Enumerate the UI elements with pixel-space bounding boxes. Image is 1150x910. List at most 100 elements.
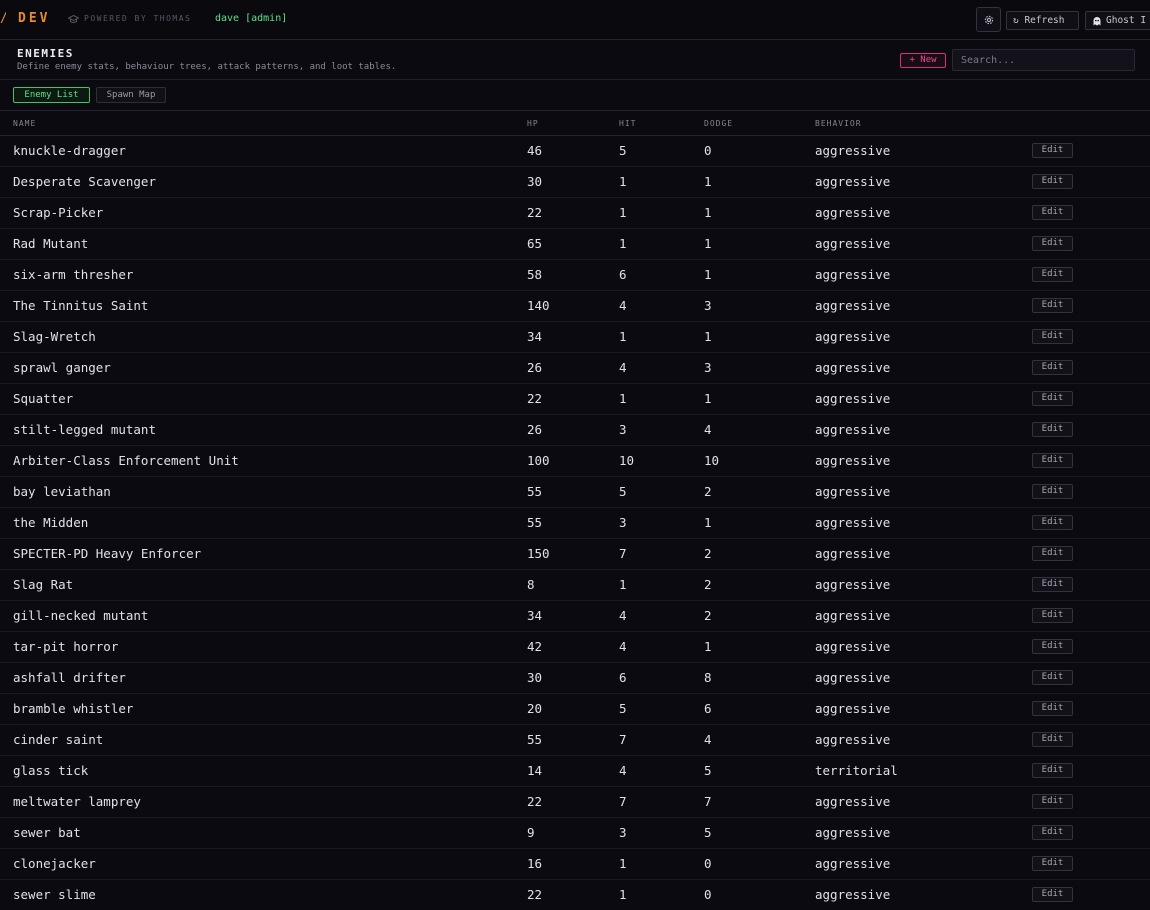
enemy-dodge: 1 [704,639,712,654]
enemy-dodge: 2 [704,546,712,561]
edit-button[interactable]: Edit [1032,236,1073,251]
table-row[interactable]: Slag Rat 8 1 2 aggressive Edit [0,570,1150,601]
table-row[interactable]: sewer slime 22 1 0 aggressive Edit [0,880,1150,910]
table-row[interactable]: bay leviathan 55 5 2 aggressive Edit [0,477,1150,508]
enemy-hit: 3 [619,825,627,840]
table-row[interactable]: six-arm thresher 58 6 1 aggressive Edit [0,260,1150,291]
table-row[interactable]: sprawl ganger 26 4 3 aggressive Edit [0,353,1150,384]
ghost-button[interactable]: Ghost I [1085,11,1150,30]
enemy-behavior: aggressive [815,298,891,313]
edit-button[interactable]: Edit [1032,360,1073,375]
edit-button[interactable]: Edit [1032,701,1073,716]
powered-by: POWERED BY THOMAS [68,13,191,25]
table-row[interactable]: stilt-legged mutant 26 3 4 aggressive Edit [0,415,1150,446]
table-row[interactable]: knuckle-dragger 46 5 0 aggressive Edit [0,136,1150,167]
enemy-hp: 100 [527,453,550,468]
refresh-button[interactable]: ↻ Refresh [1006,11,1079,30]
table-row[interactable]: glass tick 14 4 5 territorial Edit [0,756,1150,787]
enemy-hit: 3 [619,515,627,530]
enemy-hp: 30 [527,670,543,685]
table-row[interactable]: gill-necked mutant 34 4 2 aggressive Edit [0,601,1150,632]
enemy-hit: 3 [619,422,627,437]
settings-button[interactable] [976,7,1001,32]
table-row[interactable]: Squatter 22 1 1 aggressive Edit [0,384,1150,415]
column-header-behavior[interactable]: BEHAVIOR [815,119,862,129]
table-row[interactable]: ashfall drifter 30 6 8 aggressive Edit [0,663,1150,694]
table-row[interactable]: Desperate Scavenger 30 1 1 aggressive Edit [0,167,1150,198]
table-row[interactable]: cinder saint 55 7 4 aggressive Edit [0,725,1150,756]
enemy-name: Squatter [13,391,74,406]
table-row[interactable]: bramble whistler 20 5 6 aggressive Edit [0,694,1150,725]
edit-button[interactable]: Edit [1032,515,1073,530]
cap-icon [68,14,79,23]
edit-button[interactable]: Edit [1032,577,1073,592]
enemy-hp: 30 [527,174,543,189]
enemy-name: ashfall drifter [13,670,126,685]
table-row[interactable]: meltwater lamprey 22 7 7 aggressive Edit [0,787,1150,818]
edit-button[interactable]: Edit [1032,267,1073,282]
edit-button[interactable]: Edit [1032,143,1073,158]
table-row[interactable]: The Tinnitus Saint 140 4 3 aggressive Edit [0,291,1150,322]
enemy-hp: 58 [527,267,543,282]
enemy-name: six-arm thresher [13,267,134,282]
refresh-label: ↻ Refresh [1013,15,1065,26]
edit-button[interactable]: Edit [1032,329,1073,344]
enemy-name: knuckle-dragger [13,143,126,158]
edit-button[interactable]: Edit [1032,546,1073,561]
table-row[interactable]: clonejacker 16 1 0 aggressive Edit [0,849,1150,880]
edit-button[interactable]: Edit [1032,453,1073,468]
edit-button[interactable]: Edit [1032,422,1073,437]
edit-button[interactable]: Edit [1032,484,1073,499]
edit-button[interactable]: Edit [1032,298,1073,313]
column-header-hit[interactable]: HIT [619,119,636,129]
enemy-behavior: aggressive [815,577,891,592]
current-user[interactable]: dave [admin] [215,12,287,26]
column-header-hp[interactable]: HP [527,119,539,129]
tab-spawn-map[interactable]: Spawn Map [96,87,166,103]
enemy-dodge: 4 [704,422,712,437]
edit-button[interactable]: Edit [1032,794,1073,809]
edit-button[interactable]: Edit [1032,174,1073,189]
edit-button[interactable]: Edit [1032,391,1073,406]
enemy-behavior: aggressive [815,329,891,344]
table-row[interactable]: Rad Mutant 65 1 1 aggressive Edit [0,229,1150,260]
enemy-name: cinder saint [13,732,104,747]
table-row[interactable]: SPECTER-PD Heavy Enforcer 150 7 2 aggressive… [0,539,1150,570]
logo-mark: / [0,11,6,27]
enemy-behavior: aggressive [815,670,891,685]
table-row[interactable]: Slag-Wretch 34 1 1 aggressive Edit [0,322,1150,353]
enemy-dodge: 1 [704,329,712,344]
brand-logo[interactable]: DEV [18,11,50,27]
edit-button[interactable]: Edit [1032,732,1073,747]
tab-enemy-list[interactable]: Enemy List [13,87,90,103]
table-row[interactable]: the Midden 55 3 1 aggressive Edit [0,508,1150,539]
enemy-hp: 42 [527,639,543,654]
edit-button[interactable]: Edit [1032,639,1073,654]
edit-button[interactable]: Edit [1032,205,1073,220]
enemy-dodge: 4 [704,732,712,747]
edit-button[interactable]: Edit [1032,887,1073,902]
edit-button[interactable]: Edit [1032,763,1073,778]
column-header-dodge[interactable]: DODGE [704,119,733,129]
table-row[interactable]: Arbiter-Class Enforcement Unit 100 10 10 agg… [0,446,1150,477]
table-row[interactable]: tar-pit horror 42 4 1 aggressive Edit [0,632,1150,663]
table-row[interactable]: Scrap-Picker 22 1 1 aggressive Edit [0,198,1150,229]
edit-button[interactable]: Edit [1032,825,1073,840]
new-enemy-button[interactable]: + New [900,53,946,68]
column-header-name[interactable]: NAME [13,119,36,129]
edit-button[interactable]: Edit [1032,856,1073,871]
enemy-behavior: aggressive [815,205,891,220]
enemy-dodge: 0 [704,856,712,871]
powered-by-label: POWERED BY THOMAS [84,14,192,23]
page-title: ENEMIES [17,47,74,60]
edit-button[interactable]: Edit [1032,608,1073,623]
enemy-dodge: 7 [704,794,712,809]
edit-button[interactable]: Edit [1032,670,1073,685]
table-row[interactable]: sewer bat 9 3 5 aggressive Edit [0,818,1150,849]
enemy-hit: 1 [619,236,627,251]
enemy-hit: 7 [619,794,627,809]
enemy-name: glass tick [13,763,89,778]
enemy-name: Slag-Wretch [13,329,96,344]
search-input[interactable] [952,49,1135,71]
enemy-hit: 1 [619,205,627,220]
